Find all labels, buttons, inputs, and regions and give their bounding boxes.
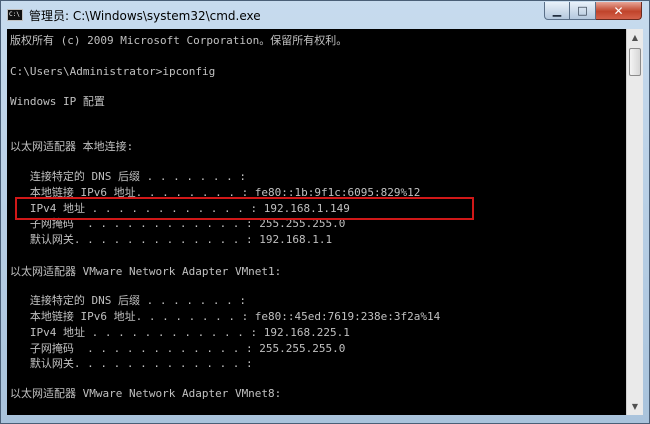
maximize-button[interactable]: □	[570, 2, 596, 20]
scroll-up-arrow-icon[interactable]: ▲	[627, 29, 643, 46]
minimize-icon: ▁	[552, 4, 562, 17]
ipv4-highlight-box	[15, 197, 474, 220]
vmnet1-dns-suffix: 连接特定的 DNS 后缀 . . . . . . . :	[10, 294, 246, 307]
close-icon: ✕	[613, 3, 624, 18]
scroll-down-arrow-icon[interactable]: ▼	[627, 398, 643, 415]
maximize-icon: □	[577, 4, 588, 17]
cmd-window: C:\ 管理员: C:\Windows\system32\cmd.exe ▁ □…	[0, 0, 650, 424]
close-button[interactable]: ✕	[596, 2, 642, 20]
window-title: 管理员: C:\Windows\system32\cmd.exe	[29, 9, 261, 23]
console-output[interactable]: 版权所有 (c) 2009 Microsoft Corporation。保留所有…	[7, 29, 626, 415]
vmnet1-ipv4: IPv4 地址 . . . . . . . . . . . . : 192.16…	[10, 326, 350, 339]
adapter-header-vmnet1: 以太网适配器 VMware Network Adapter VMnet1:	[10, 265, 282, 278]
vertical-scrollbar[interactable]: ▲ ▼	[626, 29, 643, 415]
scroll-thumb[interactable]	[629, 48, 641, 76]
vmnet1-default-gateway: 默认网关. . . . . . . . . . . . . :	[10, 357, 253, 370]
adapter-header-local: 以太网适配器 本地连接:	[10, 140, 134, 153]
minimize-button[interactable]: ▁	[544, 2, 570, 20]
prompt-line: C:\Users\Administrator>ipconfig	[10, 65, 216, 78]
ip-config-header: Windows IP 配置	[10, 95, 105, 108]
cmd-app-icon[interactable]: C:\	[7, 9, 23, 21]
copyright-line: 版权所有 (c) 2009 Microsoft Corporation。保留所有…	[10, 34, 348, 47]
local-dns-suffix: 连接特定的 DNS 后缀 . . . . . . . :	[10, 170, 246, 183]
vmnet1-ipv6: 本地链接 IPv6 地址. . . . . . . . : fe80::45ed…	[10, 310, 441, 323]
adapter-header-vmnet8: 以太网适配器 VMware Network Adapter VMnet8:	[10, 387, 282, 400]
local-default-gateway: 默认网关. . . . . . . . . . . . . : 192.168.…	[10, 233, 333, 246]
